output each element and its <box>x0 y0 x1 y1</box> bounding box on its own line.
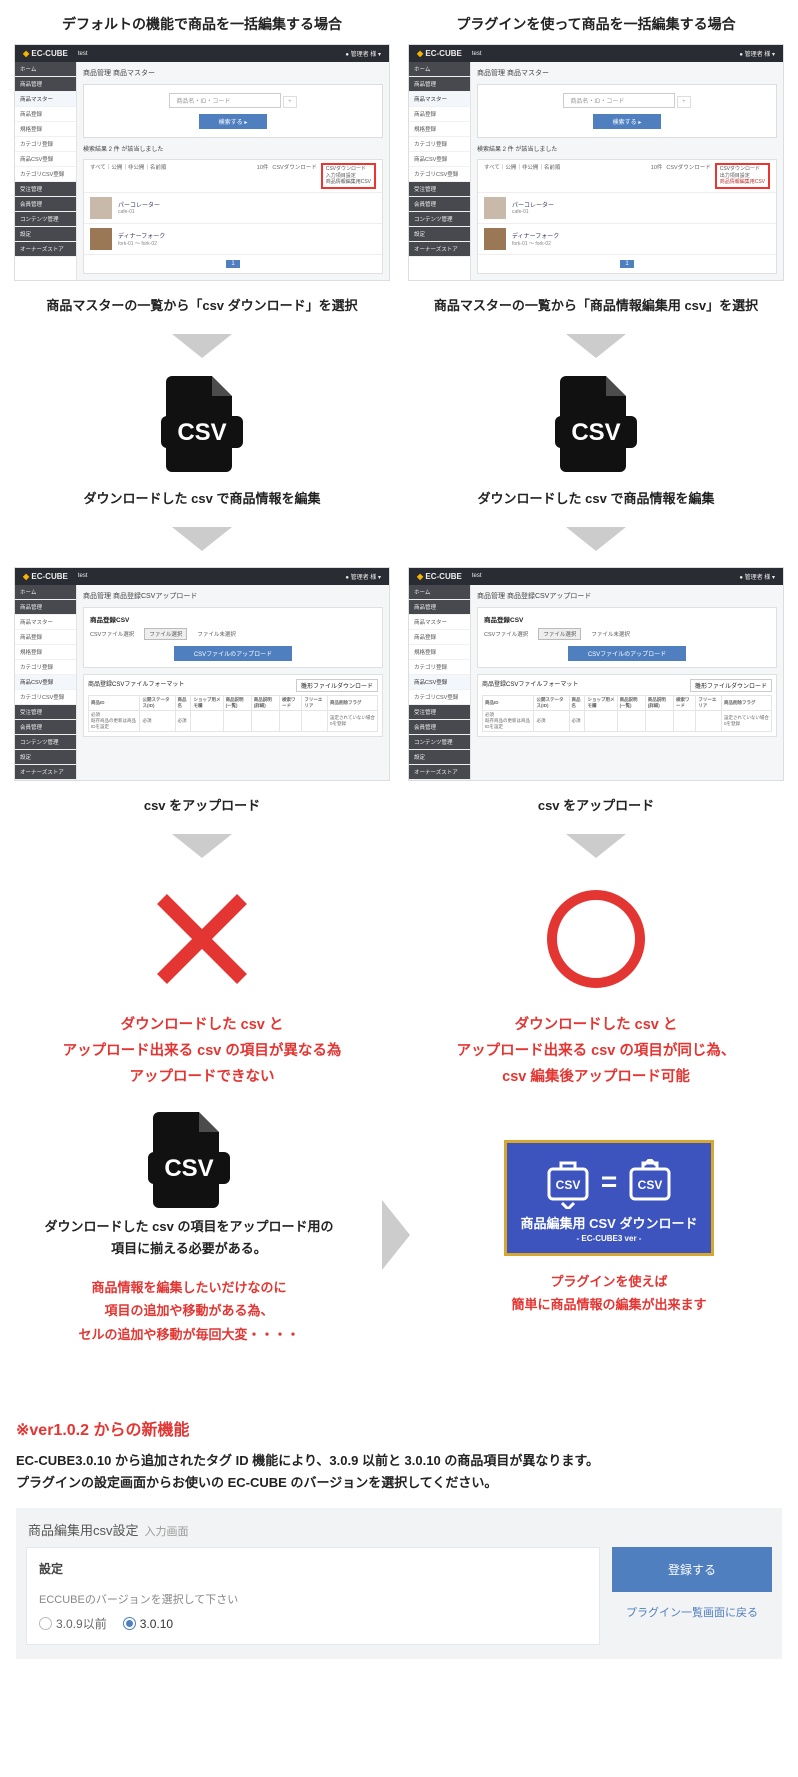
bottom-left-black: ダウンロードした csv の項目をアップロード用の 項目に揃える必要がある。 <box>45 1216 334 1260</box>
radio-309[interactable]: 3.0.9以前 <box>39 1615 107 1632</box>
settings-section-title: 設定 <box>39 1560 587 1577</box>
pager: 1 <box>84 255 382 273</box>
side-home[interactable]: ホーム <box>15 62 76 77</box>
side-other[interactable]: オーナーズストア <box>15 242 76 257</box>
side-sub[interactable]: 商品マスター <box>15 92 76 107</box>
right-arrow-icon <box>382 1200 416 1275</box>
page-title: 商品管理 商品マスター <box>83 68 383 78</box>
sort-options[interactable]: すべて｜公開｜非公開｜名前順 <box>90 163 166 189</box>
caption: ダウンロードした csv で商品情報を編集 <box>84 488 321 507</box>
site-name: test <box>78 51 88 57</box>
upload-button[interactable]: CSVファイルのアップロード <box>174 646 292 661</box>
settings-title: 商品編集用csv設定 <box>28 1523 139 1538</box>
brand-logo: ◆ EC-CUBE <box>23 49 68 58</box>
caption: csv をアップロード <box>144 795 260 814</box>
csv-menu-highlight: CSVダウンロード 入力項目設定 商品情報編集用CSV <box>321 163 376 189</box>
caption: 商品マスターの一覧から「csv ダウンロード」を選択 <box>46 295 357 314</box>
left-column-title: デフォルトの機能で商品を一括編集する場合 <box>62 14 342 34</box>
banner-subtitle: - EC-CUBE3 ver - <box>517 1234 701 1243</box>
new-feature-p2: プラグインの設定画面からお使いの EC-CUBE のバージョンを選択してください… <box>16 1472 782 1494</box>
template-dl-button[interactable]: 雛形ファイルダウンロード <box>296 679 378 692</box>
svg-text:CSV: CSV <box>555 1178 580 1192</box>
csv-file-icon: CSV <box>157 374 247 474</box>
equals-icon: = <box>601 1166 617 1198</box>
down-arrow-icon <box>172 527 232 561</box>
csv-menu-highlight: CSVダウンロード 出力項目設定 商品情報編集用CSV <box>715 163 770 189</box>
svg-text:CSV: CSV <box>571 419 620 446</box>
product-thumb <box>90 228 112 250</box>
admin-screenshot-left-1: ◆ EC-CUBE test ● 管理者 様 ▾ ホーム 商品管理 商品マスター… <box>14 44 390 281</box>
side-other[interactable]: 会員管理 <box>15 197 76 212</box>
banner-title: 商品編集用 CSV ダウンロード <box>517 1213 701 1232</box>
banner-csv-icon: CSV <box>625 1159 675 1205</box>
user-label: ● 管理者 様 ▾ <box>345 49 381 58</box>
side-sub[interactable]: カテゴリ登録 <box>15 137 76 152</box>
page-1[interactable]: 1 <box>226 260 239 268</box>
settings-note: ECCUBEのバージョンを選択して下さい <box>39 1591 587 1607</box>
caption: 商品マスターの一覧から「商品情報編集用 csv」を選択 <box>434 295 758 314</box>
svg-text:CSV: CSV <box>177 419 226 446</box>
csv-dropdown[interactable]: CSVダウンロード <box>272 163 316 171</box>
caption: ダウンロードした csv で商品情報を編集 <box>478 488 715 507</box>
format-table: 商品ID公開ステータス(ID)商品名ショップ用メモ欄商品説明(一覧)商品説明(詳… <box>88 695 378 732</box>
right-column-title: プラグインを使って商品を一括編集する場合 <box>456 14 735 34</box>
search-box: 商品名・ID・コード + 検索する ▸ <box>83 84 383 138</box>
result-text-left: ダウンロードした csv と アップロード出来る csv の項目が異なる為 アッ… <box>63 1012 342 1090</box>
result-list: すべて｜公開｜非公開｜名前順 10件 CSVダウンロード CSVダウンロード 入… <box>83 159 383 274</box>
settings-screenshot: 商品編集用csv設定入力画面 設定 ECCUBEのバージョンを選択して下さい 3… <box>16 1508 782 1659</box>
admin-screenshot-right-2: ◆ EC-CUBEtest● 管理者 様 ▾ ホーム 商品管理 商品マスター 商… <box>408 567 784 781</box>
new-feature-heading: ※ver1.0.2 からの新機能 <box>16 1416 782 1440</box>
side-sub[interactable]: 商品CSV登録 <box>15 152 76 167</box>
admin-screenshot-left-2: ◆ EC-CUBEtest● 管理者 様 ▾ ホーム 商品管理 商品マスター 商… <box>14 567 390 781</box>
page-size[interactable]: 10件 <box>257 163 269 171</box>
search-input[interactable]: 商品名・ID・コード <box>169 93 281 108</box>
svg-text:CSV: CSV <box>164 1155 213 1182</box>
brand-logo: ◆ EC-CUBE <box>417 49 462 58</box>
plugin-banner: CSV = CSV 商品編集用 CSV ダウンロード - EC-CUBE3 ve… <box>504 1140 714 1256</box>
new-feature-p1: EC-CUBE3.0.10 から追加されたタグ ID 機能により、3.0.9 以… <box>16 1450 782 1472</box>
csv-file-icon: CSV <box>144 1110 234 1210</box>
result-count: 検索結果 2 件 が該当しました <box>83 144 383 153</box>
down-arrow-icon <box>566 527 626 561</box>
caption: csv をアップロード <box>538 795 654 814</box>
x-mark-icon <box>147 884 257 994</box>
list-item[interactable]: パーコレーターcafe-01 <box>84 193 382 224</box>
circle-mark-icon <box>541 884 651 994</box>
down-arrow-icon <box>566 834 626 868</box>
csv-file-icon: CSV <box>551 374 641 474</box>
down-arrow-icon <box>172 834 232 868</box>
sidebar: ホーム 商品管理 商品マスター 商品登録 規格登録 カテゴリ登録 商品CSV登録… <box>15 62 77 280</box>
side-product[interactable]: 商品管理 <box>15 77 76 92</box>
file-choose-button[interactable]: ファイル選択 <box>144 628 187 640</box>
banner-csv-icon: CSV <box>543 1159 593 1205</box>
settings-subtitle: 入力画面 <box>145 1526 189 1538</box>
side-other[interactable]: コンテンツ管理 <box>15 212 76 227</box>
bottom-left-red: 商品情報を編集したいだけなのに 項目の追加や移動がある為、 セルの追加や移動が毎… <box>78 1276 299 1346</box>
side-sub[interactable]: カテゴリCSV登録 <box>15 167 76 182</box>
search-button[interactable]: 検索する ▸ <box>199 114 268 129</box>
list-item[interactable]: ディナーフォークfork-01 ～ fork-02 <box>84 224 382 255</box>
side-other[interactable]: 受注管理 <box>15 182 76 197</box>
back-link[interactable]: プラグイン一覧画面に戻る <box>612 1604 772 1620</box>
bottom-right-red: プラグインを使えば 簡単に商品情報の編集が出来ます <box>511 1270 706 1317</box>
radio-3010[interactable]: 3.0.10 <box>123 1617 173 1631</box>
svg-text:CSV: CSV <box>638 1178 663 1192</box>
result-text-right: ダウンロードした csv と アップロード出来る csv の項目が同じ為、 cs… <box>457 1012 736 1090</box>
side-other[interactable]: 設定 <box>15 227 76 242</box>
down-arrow-icon <box>566 334 626 368</box>
admin-screenshot-right-1: ◆ EC-CUBE test ● 管理者 様 ▾ ホーム 商品管理 商品マスター… <box>408 44 784 281</box>
settings-card: 設定 ECCUBEのバージョンを選択して下さい 3.0.9以前 3.0.10 <box>26 1547 600 1645</box>
side-sub[interactable]: 規格登録 <box>15 122 76 137</box>
register-button[interactable]: 登録する <box>612 1547 772 1592</box>
down-arrow-icon <box>172 334 232 368</box>
product-thumb <box>90 197 112 219</box>
side-sub[interactable]: 商品登録 <box>15 107 76 122</box>
